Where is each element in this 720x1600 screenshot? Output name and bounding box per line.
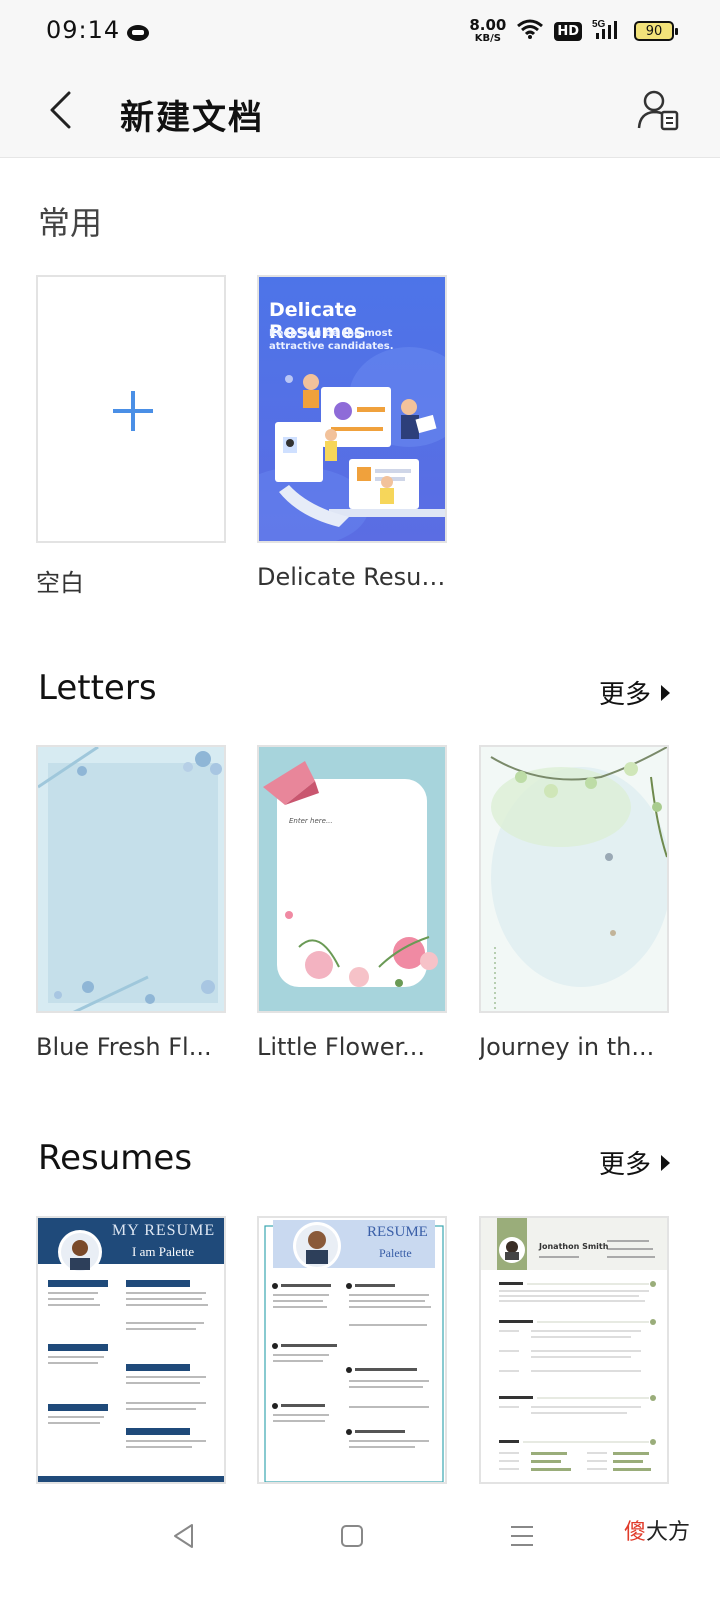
- template-label: Blue Fresh Fl...: [36, 1033, 212, 1061]
- square-home-icon: [341, 1525, 363, 1547]
- hd-badge: HD: [554, 21, 582, 41]
- wifi-icon: [516, 18, 544, 44]
- back-button[interactable]: [32, 82, 88, 138]
- resume-preview-green: [481, 1218, 667, 1471]
- page-title: 新建文档: [120, 98, 264, 138]
- letter-placeholder-text: Enter here...: [289, 817, 333, 825]
- resume-heading: Jonathon Smith: [539, 1242, 609, 1251]
- chevron-left-icon: [50, 91, 71, 129]
- section-title-common: 常用: [38, 204, 103, 242]
- watermark: 傻大方: [623, 1520, 690, 1545]
- section-title-resumes: Resumes: [38, 1138, 193, 1178]
- template-card-resume[interactable]: Jonathon Smith: [479, 1216, 669, 1484]
- template-card-letter[interactable]: [36, 745, 226, 1013]
- system-navigation-bar: 傻大方: [0, 1484, 720, 1600]
- blank-document-card[interactable]: [36, 275, 226, 543]
- nav-menu-button[interactable]: [492, 1506, 552, 1566]
- template-card-letter[interactable]: Enter here...: [257, 745, 447, 1013]
- blue-floral-letter-preview: [38, 747, 222, 1011]
- resume-preview-teal: [264, 1220, 444, 1482]
- template-label: Journey in th...: [479, 1033, 655, 1061]
- user-document-icon: [637, 90, 679, 131]
- template-card-resume[interactable]: RESUME Palette: [257, 1216, 447, 1484]
- account-button[interactable]: [628, 80, 688, 140]
- battery-indicator: 90: [634, 21, 678, 41]
- resume-illustration: [259, 347, 445, 541]
- template-label: Delicate Resum...: [257, 563, 457, 591]
- template-card-resume[interactable]: MY RESUME I am Palette: [36, 1216, 226, 1484]
- nav-home-button[interactable]: [322, 1506, 382, 1566]
- template-label: 空白: [36, 569, 84, 597]
- resume-heading: RESUME: [367, 1224, 428, 1240]
- resumes-more-link[interactable]: 更多: [599, 1144, 670, 1181]
- chevron-right-icon: [661, 684, 670, 701]
- status-bar: 09:14 8.00 KB/S HD 5G 90: [0, 0, 720, 62]
- resume-subheading: Palette: [379, 1246, 412, 1260]
- journey-letter-preview: [490, 747, 667, 1009]
- headphones-icon: [126, 22, 150, 42]
- template-label: Little Flower...: [257, 1033, 426, 1061]
- resume-heading: MY RESUME: [112, 1222, 216, 1239]
- triangle-back-icon: [174, 1524, 193, 1548]
- template-card-letter[interactable]: [479, 745, 669, 1013]
- template-card-delicate-resumes[interactable]: Delicate Resumes Keep you be the most at…: [257, 275, 447, 543]
- flower-letter-preview: [263, 761, 438, 987]
- nav-back-button[interactable]: [154, 1506, 214, 1566]
- cellular-signal-icon: 5G: [592, 17, 624, 45]
- letters-more-link[interactable]: 更多: [599, 674, 670, 711]
- svg-text:5G: 5G: [592, 19, 606, 30]
- chevron-right-icon: [661, 1154, 670, 1171]
- status-time: 09:14: [46, 16, 121, 44]
- network-speed: 8.00 KB/S: [469, 16, 507, 44]
- resume-subheading: I am Palette: [132, 1244, 195, 1259]
- app-header: 新建文档: [0, 62, 720, 158]
- section-title-letters: Letters: [38, 668, 157, 708]
- menu-lines-icon: [511, 1526, 533, 1546]
